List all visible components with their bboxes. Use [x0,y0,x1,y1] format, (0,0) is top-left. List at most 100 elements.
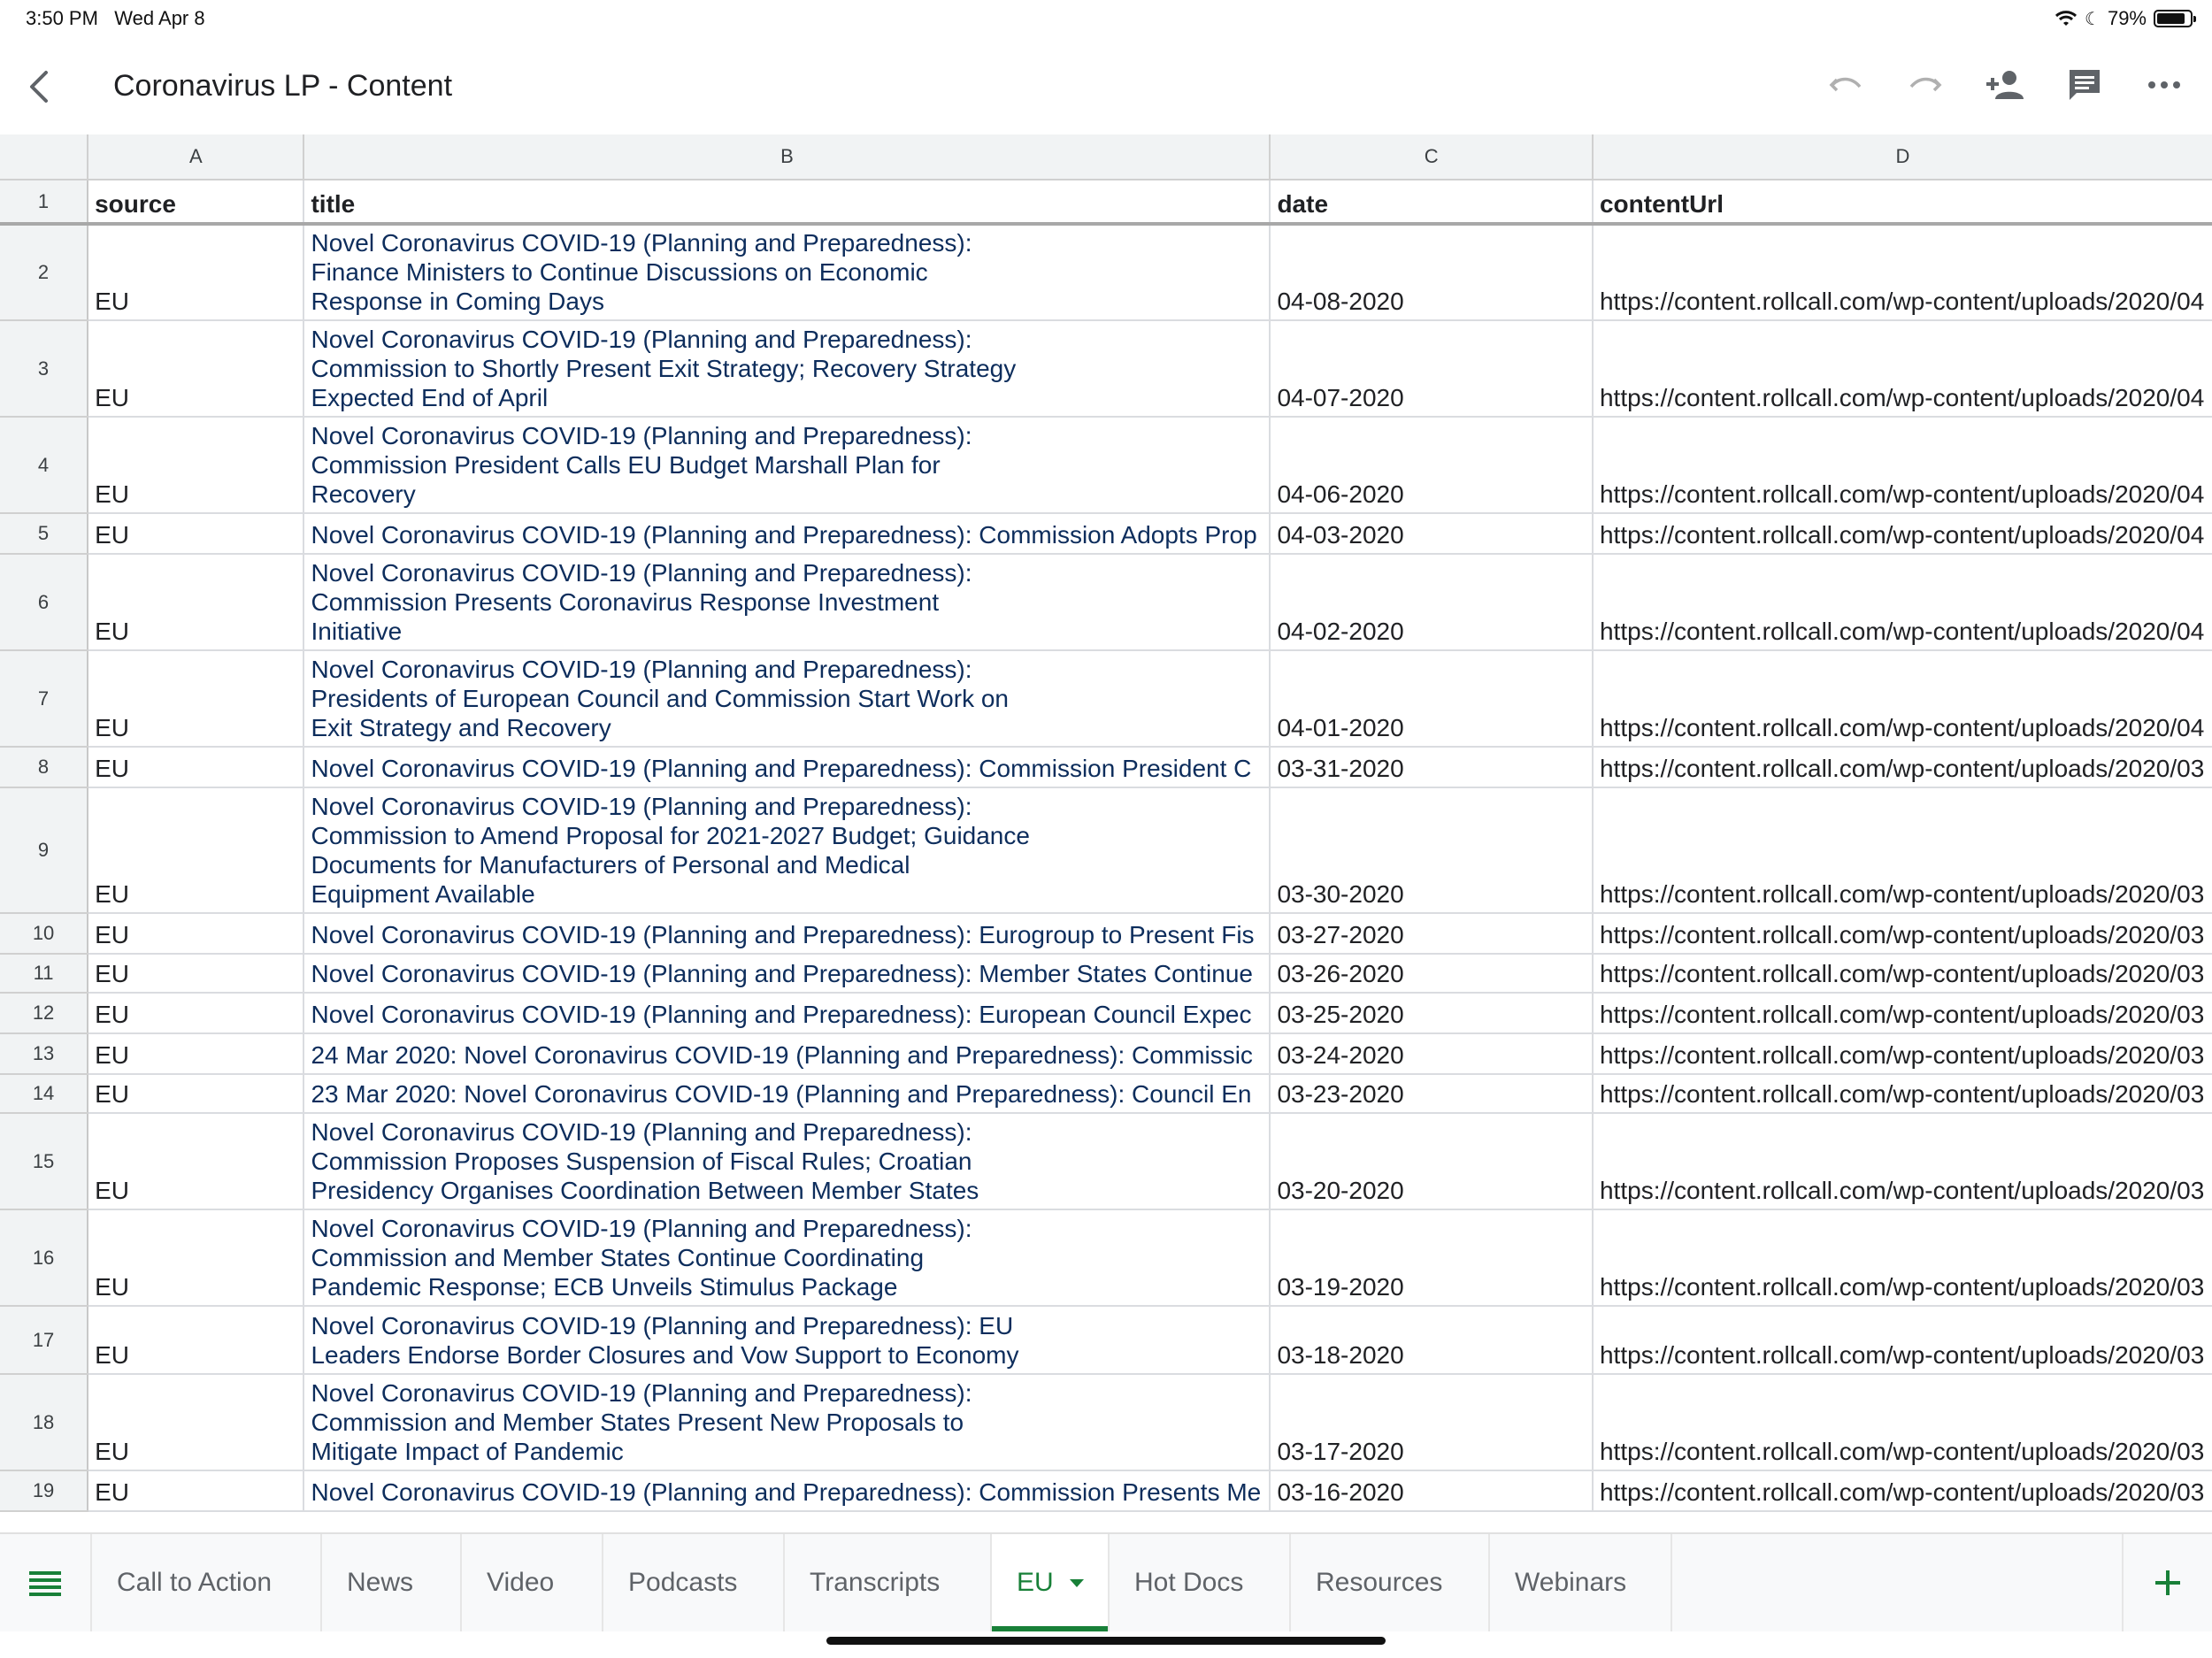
row-number[interactable]: 3 [0,320,89,418]
undo-button[interactable] [1824,64,1867,106]
cell-source[interactable]: EU [88,993,305,1034]
cell-source[interactable]: EU [88,1074,305,1114]
cell-content-url[interactable]: https://content.rollcall.com/wp-content/… [1592,954,2212,994]
row-number[interactable]: 10 [0,913,89,955]
cell-date[interactable]: 03-27-2020 [1270,913,1594,955]
sheet-tab[interactable]: Podcasts [603,1534,785,1631]
cell-title[interactable]: Novel Coronavirus COVID-19 (Planning and… [303,993,1271,1034]
column-header-c[interactable]: C [1270,134,1594,180]
cell-date[interactable]: 04-01-2020 [1270,650,1594,748]
cell-content-url[interactable]: https://content.rollcall.com/wp-content/… [1592,1113,2212,1210]
cell-title[interactable]: Novel Coronavirus COVID-19 (Planning and… [303,417,1271,514]
row-number[interactable]: 7 [0,650,89,748]
select-all-corner[interactable] [0,134,89,180]
cell-content-url[interactable]: https://content.rollcall.com/wp-content/… [1592,1033,2212,1075]
cell-date[interactable]: 04-06-2020 [1270,417,1594,514]
cell-source[interactable]: EU [88,1113,305,1210]
row-number[interactable]: 18 [0,1374,89,1471]
sheet-tab[interactable]: Hot Docs [1110,1534,1291,1631]
column-header-d[interactable]: D [1592,134,2212,180]
row-number[interactable]: 13 [0,1033,89,1075]
cell-content-url[interactable]: https://content.rollcall.com/wp-content/… [1592,320,2212,418]
cell-date[interactable]: 03-30-2020 [1270,787,1594,914]
cell-title[interactable]: Novel Coronavirus COVID-19 (Planning and… [303,747,1271,788]
row-number[interactable]: 6 [0,554,89,651]
cell-content-url[interactable]: https://content.rollcall.com/wp-content/… [1592,747,2212,788]
cell-source[interactable]: EU [88,554,305,651]
cell-date[interactable]: 03-24-2020 [1270,1033,1594,1075]
sheet-tab[interactable]: EU [992,1534,1110,1631]
cell-source[interactable]: EU [88,513,305,555]
cell-title[interactable]: Novel Coronavirus COVID-19 (Planning and… [303,554,1271,651]
cell-date[interactable]: 03-20-2020 [1270,1113,1594,1210]
comments-button[interactable] [2063,64,2106,106]
redo-button[interactable] [1904,64,1947,106]
add-sheet-button[interactable] [2122,1534,2212,1631]
cell-date[interactable]: 03-31-2020 [1270,747,1594,788]
more-button[interactable] [2143,64,2185,106]
cell-source[interactable]: EU [88,954,305,994]
cell-content-url[interactable]: https://content.rollcall.com/wp-content/… [1592,913,2212,955]
cell-title[interactable]: Novel Coronavirus COVID-19 (Planning and… [303,787,1271,914]
cell-title[interactable]: 24 Mar 2020: Novel Coronavirus COVID-19 … [303,1033,1271,1075]
cell-source[interactable]: EU [88,417,305,514]
cell-date[interactable]: 03-25-2020 [1270,993,1594,1034]
cell-date[interactable]: 04-07-2020 [1270,320,1594,418]
cell-title[interactable]: Novel Coronavirus COVID-19 (Planning and… [303,224,1271,321]
cell-title[interactable]: Novel Coronavirus COVID-19 (Planning and… [303,1374,1271,1471]
row-number[interactable]: 15 [0,1113,89,1210]
row-number[interactable]: 16 [0,1209,89,1307]
cell-source[interactable]: EU [88,1374,305,1471]
cell-source-header[interactable]: source [88,180,305,226]
cell-title[interactable]: Novel Coronavirus COVID-19 (Planning and… [303,650,1271,748]
cell-title[interactable]: Novel Coronavirus COVID-19 (Planning and… [303,913,1271,955]
cell-content-url[interactable]: https://content.rollcall.com/wp-content/… [1592,993,2212,1034]
cell-date[interactable]: 03-16-2020 [1270,1470,1594,1512]
cell-title[interactable]: Novel Coronavirus COVID-19 (Planning and… [303,1209,1271,1307]
cell-date[interactable]: 04-03-2020 [1270,513,1594,555]
cell-source[interactable]: EU [88,747,305,788]
cell-title-header[interactable]: title [303,180,1271,226]
row-number[interactable]: 9 [0,787,89,914]
cell-content-url[interactable]: https://content.rollcall.com/wp-content/… [1592,513,2212,555]
row-number[interactable]: 14 [0,1074,89,1114]
all-sheets-button[interactable] [0,1534,92,1631]
cell-content-url[interactable]: https://content.rollcall.com/wp-content/… [1592,1209,2212,1307]
cell-content-url[interactable]: https://content.rollcall.com/wp-content/… [1592,224,2212,321]
cell-content-url[interactable]: https://content.rollcall.com/wp-content/… [1592,650,2212,748]
cell-date[interactable]: 04-08-2020 [1270,224,1594,321]
sheet-tab[interactable]: Resources [1291,1534,1490,1631]
cell-source[interactable]: EU [88,650,305,748]
cell-content-url[interactable]: https://content.rollcall.com/wp-content/… [1592,417,2212,514]
column-header-b[interactable]: B [303,134,1271,180]
sheet-tab[interactable]: Transcripts [785,1534,992,1631]
cell-date[interactable]: 03-17-2020 [1270,1374,1594,1471]
cell-content-url[interactable]: https://content.rollcall.com/wp-content/… [1592,1074,2212,1114]
row-number[interactable]: 1 [0,180,89,226]
row-number[interactable]: 2 [0,224,89,321]
cell-source[interactable]: EU [88,320,305,418]
dropdown-caret-icon[interactable] [1069,1578,1084,1587]
cell-title[interactable]: 23 Mar 2020: Novel Coronavirus COVID-19 … [303,1074,1271,1114]
cell-title[interactable]: Novel Coronavirus COVID-19 (Planning and… [303,1470,1271,1512]
share-button[interactable] [1984,64,2026,106]
row-number[interactable]: 4 [0,417,89,514]
cell-date[interactable]: 03-19-2020 [1270,1209,1594,1307]
cell-date[interactable]: 03-23-2020 [1270,1074,1594,1114]
cell-content-url[interactable]: https://content.rollcall.com/wp-content/… [1592,554,2212,651]
cell-title[interactable]: Novel Coronavirus COVID-19 (Planning and… [303,320,1271,418]
column-header-a[interactable]: A [88,134,305,180]
sheet-tab[interactable]: Webinars [1490,1534,1672,1631]
cell-content-url[interactable]: https://content.rollcall.com/wp-content/… [1592,787,2212,914]
cell-content-url[interactable]: https://content.rollcall.com/wp-content/… [1592,1306,2212,1375]
sheet-tab[interactable]: Video [462,1534,603,1631]
cell-date[interactable]: 03-26-2020 [1270,954,1594,994]
cell-source[interactable]: EU [88,787,305,914]
cell-date[interactable]: 03-18-2020 [1270,1306,1594,1375]
cell-source[interactable]: EU [88,1306,305,1375]
cell-content-url[interactable]: https://content.rollcall.com/wp-content/… [1592,1470,2212,1512]
document-title[interactable]: Coronavirus LP - Content [113,69,452,104]
row-number[interactable]: 8 [0,747,89,788]
cell-content-url[interactable]: https://content.rollcall.com/wp-content/… [1592,1374,2212,1471]
spreadsheet-grid[interactable]: A B C D 1 source title date contentUrl 2… [0,134,2212,1532]
